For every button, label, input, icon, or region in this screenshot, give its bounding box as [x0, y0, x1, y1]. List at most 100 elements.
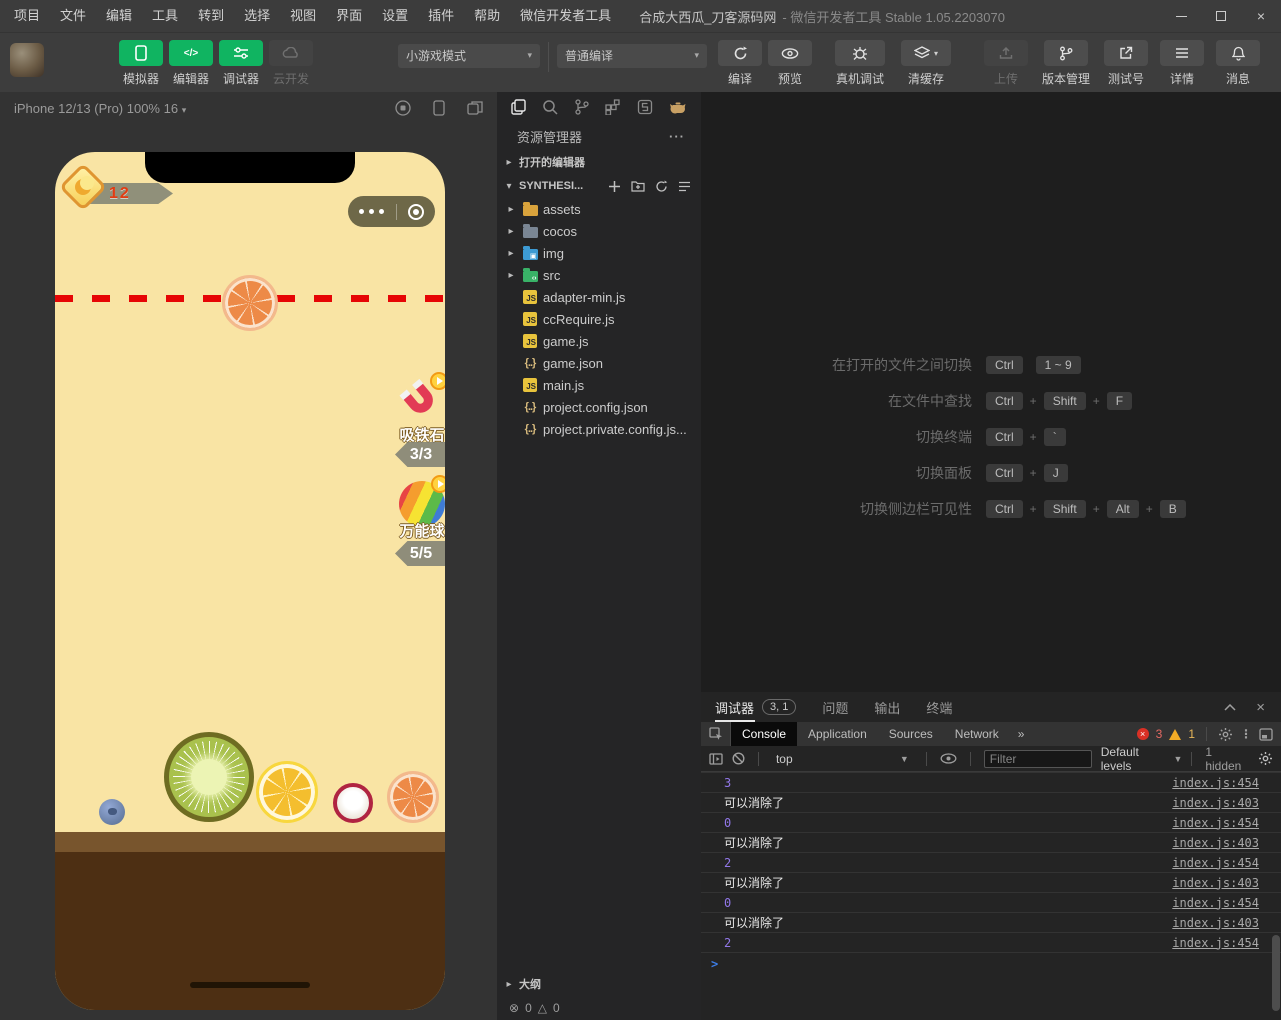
teapot-icon[interactable] — [669, 100, 687, 114]
chevron-right-icon: ▸ — [508, 225, 514, 237]
menu-view[interactable]: 视图 — [280, 0, 326, 32]
test-account-button[interactable]: 测试号 — [1101, 40, 1151, 87]
widget-icon[interactable] — [637, 99, 653, 115]
menu-project[interactable]: 项目 — [4, 0, 50, 32]
log-source-link[interactable]: index.js:403 — [1172, 916, 1259, 930]
tab-output[interactable]: 输出 — [874, 692, 900, 722]
file-tree-item[interactable]: ▸ cocos — [497, 220, 701, 242]
source-control-icon[interactable] — [574, 99, 589, 115]
log-source-link[interactable]: index.js:403 — [1172, 796, 1259, 810]
preview-button[interactable]: 预览 — [765, 40, 815, 87]
more-tabs-icon[interactable]: » — [1010, 722, 1033, 746]
file-tree-item[interactable]: ▸ ▣ img — [497, 242, 701, 264]
mode-select[interactable]: 小游戏模式 ▾ — [398, 43, 540, 68]
editor-toggle-button[interactable]: </> 编辑器 — [166, 40, 216, 87]
eye-icon[interactable] — [940, 753, 957, 764]
log-source-link[interactable]: index.js:403 — [1172, 836, 1259, 850]
inspect-icon[interactable] — [701, 722, 731, 746]
devtools-tab-network[interactable]: Network — [944, 722, 1010, 746]
messages-button[interactable]: 消息 — [1213, 40, 1263, 87]
debugger-toggle-button[interactable]: 调试器 — [216, 40, 266, 87]
log-levels-select[interactable]: Default levels ▼ — [1101, 745, 1183, 773]
more-menu-icon[interactable] — [359, 209, 385, 214]
console-prompt[interactable]: > — [701, 953, 1281, 975]
menu-edit[interactable]: 编辑 — [96, 0, 142, 32]
record-icon[interactable] — [395, 100, 411, 116]
file-tree-item[interactable]: ▸ assets — [497, 198, 701, 220]
file-tree-item[interactable]: JS game.js — [497, 330, 701, 352]
file-tree-item[interactable]: {..} game.json — [497, 352, 701, 374]
file-tree-item[interactable]: ▸ ‹› src — [497, 264, 701, 286]
error-count[interactable]: 3 — [1156, 727, 1163, 741]
hidden-count[interactable]: 1 hidden — [1205, 745, 1249, 773]
kebab-menu-icon[interactable]: ⋮ — [1240, 727, 1252, 741]
section-outline[interactable]: ▸ 大纲 — [497, 972, 701, 996]
gear-icon[interactable] — [1218, 727, 1233, 742]
section-project[interactable]: ▾ SYNTHESI... — [497, 174, 701, 198]
filter-input[interactable] — [983, 749, 1092, 768]
menu-devtools[interactable]: 微信开发者工具 — [510, 0, 621, 32]
console-sidebar-icon[interactable] — [709, 752, 723, 765]
maximize-button[interactable] — [1201, 0, 1241, 32]
extensions-icon[interactable] — [605, 99, 621, 115]
problems-status[interactable]: ⊗ 0 △ 0 — [497, 996, 701, 1020]
remote-debug-button[interactable]: 真机调试 — [831, 40, 889, 87]
version-control-button[interactable]: 版本管理 — [1037, 40, 1095, 87]
context-select[interactable]: top ▼ — [772, 749, 913, 769]
game-screen[interactable]: 12 吸铁石 3/3 万能球 5/5 — [55, 152, 445, 1010]
log-source-link[interactable]: index.js:454 — [1172, 776, 1259, 790]
devtools-tab-console[interactable]: Console — [731, 722, 798, 746]
file-tree-item[interactable]: JS adapter-min.js — [497, 286, 701, 308]
log-source-link[interactable]: index.js:454 — [1172, 816, 1259, 830]
magnet-powerup-button[interactable] — [398, 372, 445, 424]
scrollbar-thumb[interactable] — [1272, 935, 1280, 1011]
compile-button[interactable]: 编译 — [715, 40, 765, 87]
log-source-link[interactable]: index.js:454 — [1172, 936, 1259, 950]
menu-settings[interactable]: 设置 — [372, 0, 418, 32]
file-tree-item[interactable]: {..} project.private.config.js... — [497, 418, 701, 440]
tab-terminal[interactable]: 终端 — [926, 692, 952, 722]
menu-interface[interactable]: 界面 — [326, 0, 372, 32]
devtools-tab-application[interactable]: Application — [797, 722, 878, 746]
files-icon[interactable] — [511, 99, 526, 115]
dock-icon[interactable] — [1259, 727, 1273, 741]
search-icon[interactable] — [542, 99, 558, 115]
menu-tools[interactable]: 工具 — [142, 0, 188, 32]
tab-problems[interactable]: 问题 — [822, 692, 848, 722]
more-actions-icon[interactable]: ··· — [669, 129, 701, 144]
collapse-all-icon[interactable] — [678, 180, 691, 193]
menu-select[interactable]: 选择 — [234, 0, 280, 32]
minimize-button[interactable] — [1161, 0, 1201, 32]
file-tree-item[interactable]: {..} project.config.json — [497, 396, 701, 418]
devtools-tab-sources[interactable]: Sources — [878, 722, 944, 746]
menu-plugins[interactable]: 插件 — [418, 0, 464, 32]
log-source-link[interactable]: index.js:403 — [1172, 876, 1259, 890]
avatar[interactable] — [10, 42, 44, 77]
new-file-icon[interactable] — [608, 180, 621, 193]
menu-file[interactable]: 文件 — [50, 0, 96, 32]
menu-goto[interactable]: 转到 — [188, 0, 234, 32]
close-panel-icon[interactable]: × — [1256, 699, 1265, 716]
log-source-link[interactable]: index.js:454 — [1172, 856, 1259, 870]
windows-icon[interactable] — [467, 100, 483, 116]
device-selector[interactable]: iPhone 12/13 (Pro) 100% 16 ▾ — [14, 101, 186, 116]
phone-frame-icon[interactable] — [433, 100, 445, 116]
tab-debugger[interactable]: 调试器 3, 1 — [715, 692, 797, 722]
file-tree-item[interactable]: JS ccRequire.js — [497, 308, 701, 330]
refresh-icon[interactable] — [655, 180, 668, 193]
clear-cache-button[interactable]: ▾ 清缓存 — [899, 40, 953, 87]
simulator-toggle-button[interactable]: 模拟器 — [116, 40, 166, 87]
exit-target-icon[interactable] — [407, 203, 424, 220]
details-button[interactable]: 详情 — [1157, 40, 1207, 87]
clear-console-icon[interactable] — [732, 752, 745, 765]
compile-mode-select[interactable]: 普通编译 ▾ — [557, 43, 707, 68]
log-source-link[interactable]: index.js:454 — [1172, 896, 1259, 910]
file-tree-item[interactable]: JS main.js — [497, 374, 701, 396]
close-button[interactable]: × — [1241, 0, 1281, 32]
chevron-up-icon[interactable] — [1224, 703, 1236, 711]
section-open-editors[interactable]: ▸ 打开的编辑器 — [497, 150, 701, 174]
warning-count[interactable]: 1 — [1188, 727, 1195, 741]
menu-help[interactable]: 帮助 — [464, 0, 510, 32]
gear-icon[interactable] — [1258, 751, 1273, 766]
new-folder-icon[interactable] — [631, 180, 645, 193]
